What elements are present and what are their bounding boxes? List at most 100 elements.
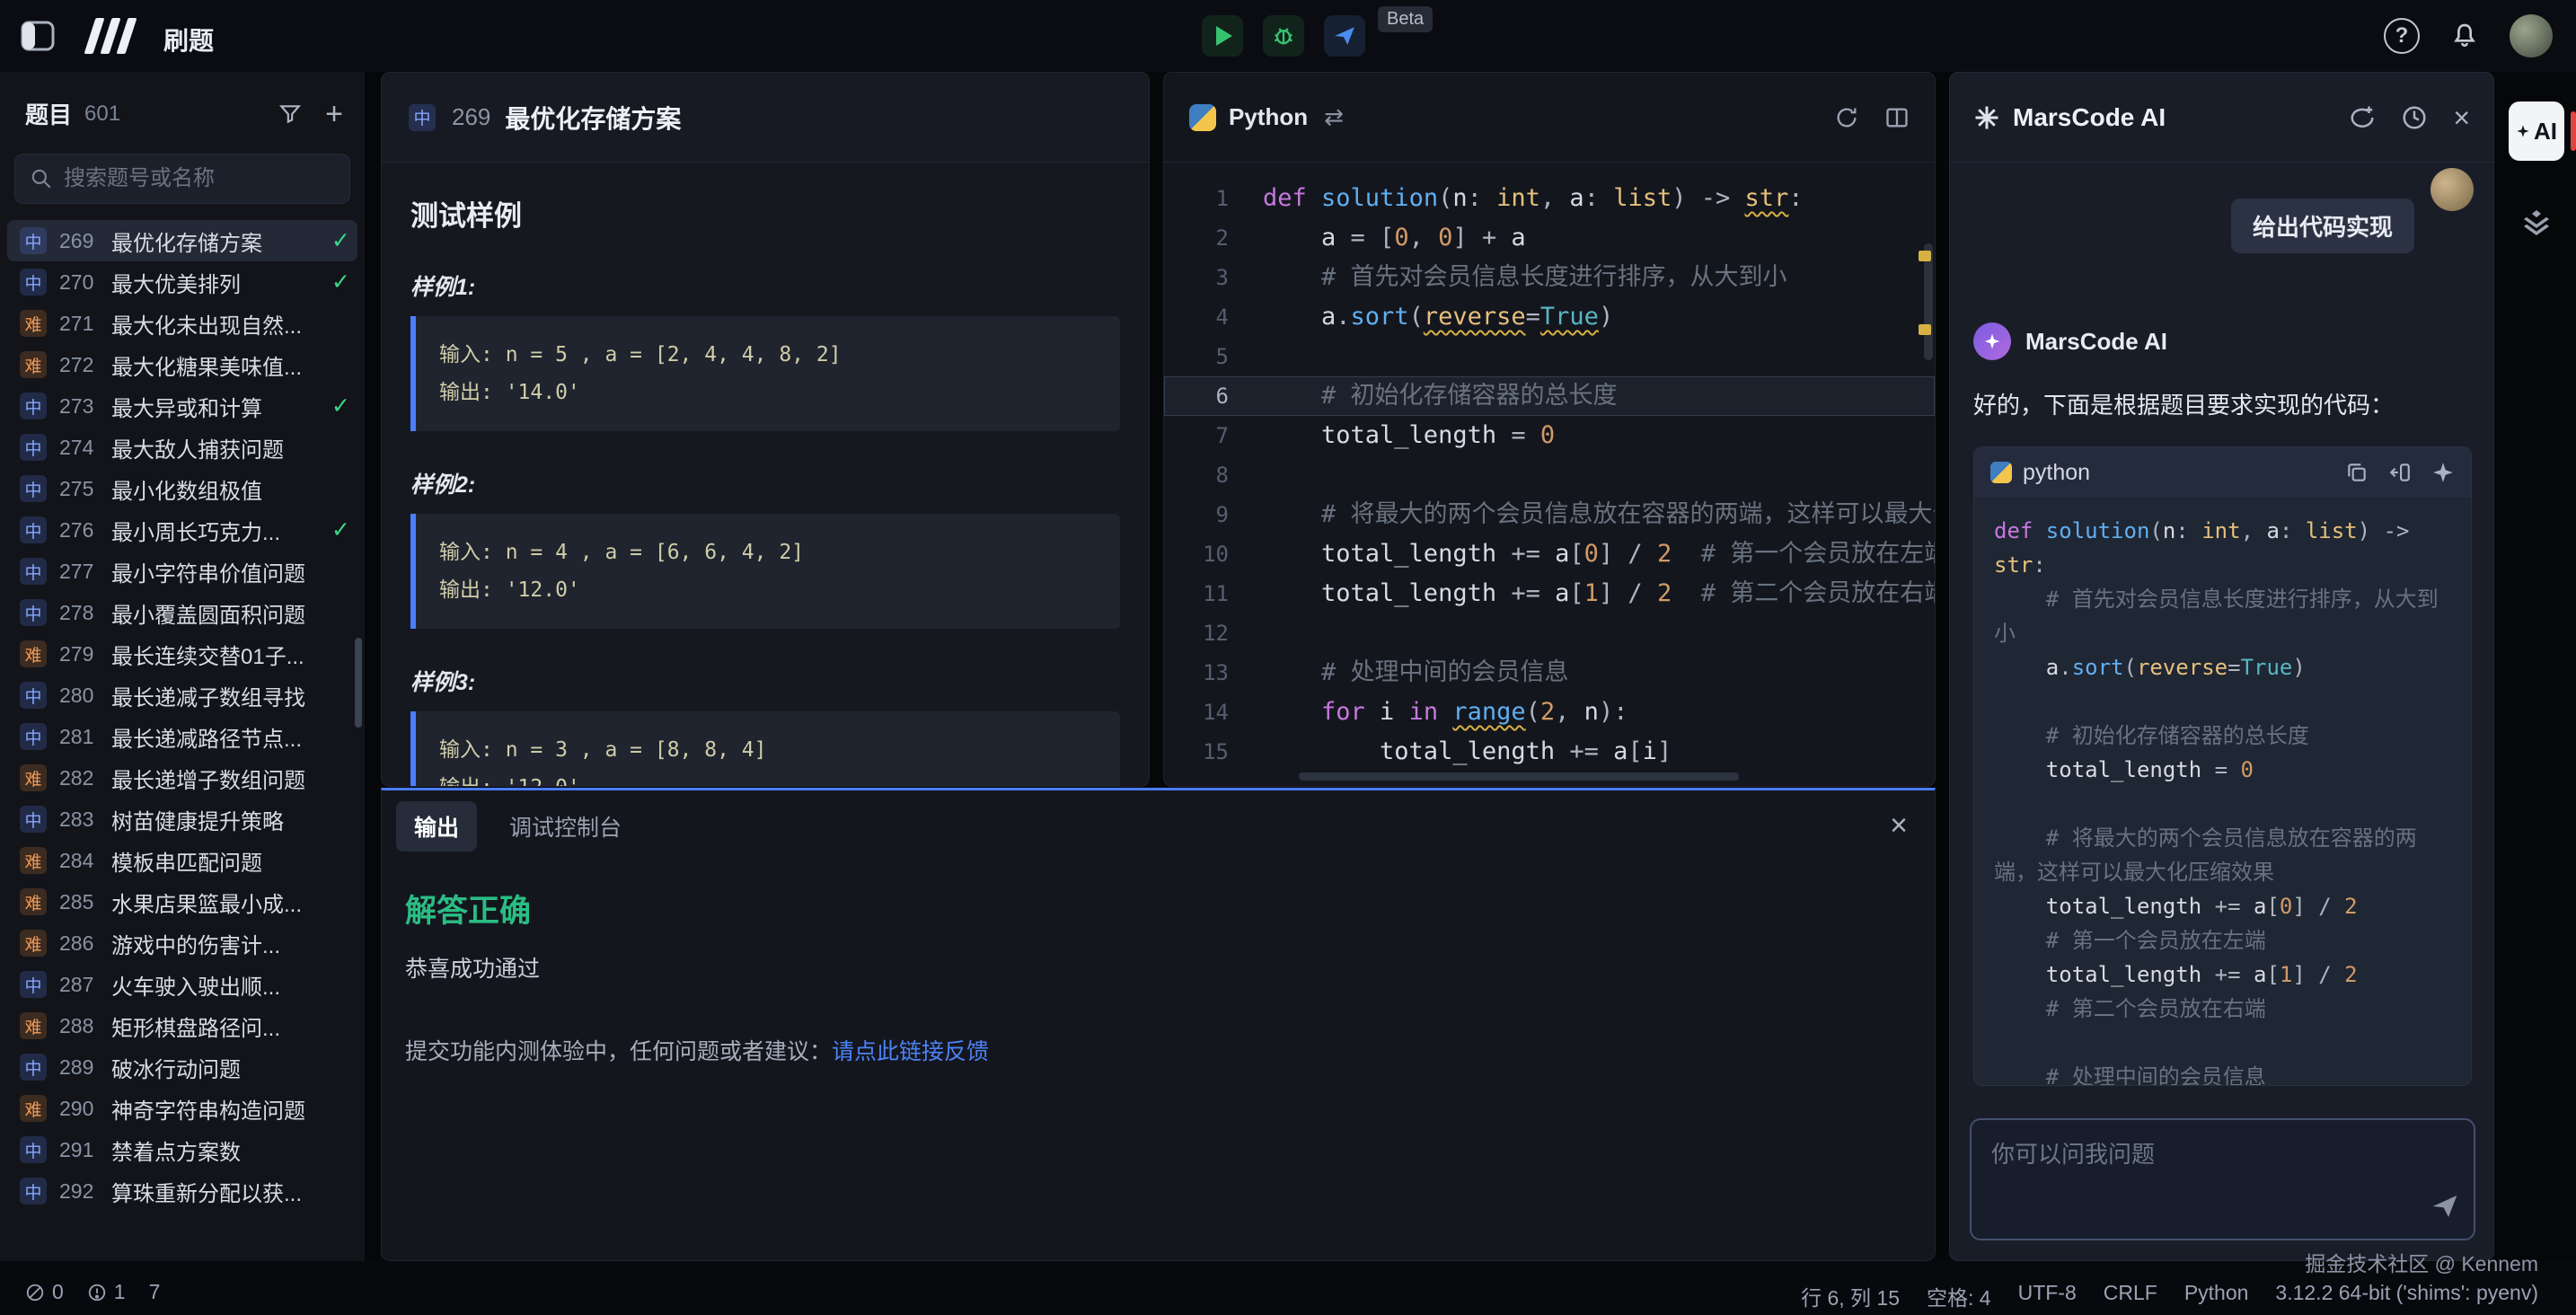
- ai-toolbar-button[interactable]: AI: [2509, 101, 2564, 161]
- difficulty-badge: 难: [20, 888, 47, 915]
- code-line[interactable]: 15 total_length += a[i]: [1164, 732, 1935, 772]
- code-line[interactable]: 8: [1164, 455, 1935, 495]
- code-line[interactable]: 4 a.sort(reverse=True): [1164, 297, 1935, 337]
- insert-code-icon[interactable]: [2388, 461, 2412, 484]
- code-line[interactable]: 13 # 处理中间的会员信息: [1164, 653, 1935, 693]
- problem-list-item[interactable]: 中269最优化存储方案✓: [7, 220, 357, 261]
- tab-output[interactable]: 输出: [396, 801, 477, 852]
- problem-list-item[interactable]: 中278最小覆盖圆面积问题: [0, 592, 365, 633]
- problem-list-item[interactable]: 中287火车驶入驶出顺...: [0, 964, 365, 1005]
- status-item[interactable]: 行 6, 列 15: [1801, 1281, 1900, 1311]
- errors-indicator[interactable]: 0: [25, 1280, 64, 1304]
- sidebar-toggle-button[interactable]: [18, 16, 57, 56]
- split-editor-icon[interactable]: [1884, 105, 1910, 130]
- code-token: 2: [1657, 540, 1672, 568]
- problem-list-item[interactable]: 中283树苗健康提升策略: [0, 799, 365, 840]
- problem-list-item[interactable]: 中270最大优美排列✓: [0, 261, 365, 303]
- problem-list-item[interactable]: 中276最小周长巧克力...✓: [0, 509, 365, 551]
- problem-list-item[interactable]: 难272最大化糖果美味值...: [0, 344, 365, 385]
- code-line[interactable]: 9 # 将最大的两个会员信息放在容器的两端，这样可以最大化: [1164, 495, 1935, 534]
- problem-number: 290: [59, 1097, 111, 1121]
- problem-list-item[interactable]: 中289破冰行动问题: [0, 1046, 365, 1088]
- notifications-icon[interactable]: [2450, 22, 2479, 50]
- code-token: n: [1584, 698, 1599, 726]
- problem-list-item[interactable]: 难279最长连续交替01子...: [0, 633, 365, 675]
- problem-title: 最大敌人捕获问题: [111, 432, 350, 463]
- status-item[interactable]: CRLF: [2104, 1281, 2157, 1311]
- code-token: ]: [1657, 737, 1672, 765]
- code-line[interactable]: 3 # 首先对会员信息长度进行排序，从大到小: [1164, 258, 1935, 297]
- close-ai-panel-icon[interactable]: ×: [2453, 103, 2470, 132]
- problem-title: 最优化存储方案: [111, 225, 324, 257]
- send-icon[interactable]: [2430, 1192, 2459, 1221]
- problem-list-item[interactable]: 难290神奇字符串构造问题: [0, 1088, 365, 1129]
- code-line[interactable]: 7 total_length = 0: [1164, 416, 1935, 455]
- problem-list-item[interactable]: 难288矩形棋盘路径问...: [0, 1005, 365, 1046]
- juejin-icon[interactable]: [2520, 207, 2553, 239]
- reset-code-icon[interactable]: [1834, 105, 1859, 130]
- code-line[interactable]: 11 total_length += a[1] / 2 # 第二个会员放在右端: [1164, 574, 1935, 613]
- ai-toolbar-label: AI: [2534, 118, 2557, 146]
- filter-icon[interactable]: [278, 102, 302, 126]
- code-token: .: [2059, 655, 2071, 680]
- code-token: +=: [1555, 737, 1613, 765]
- problem-list-item[interactable]: 中281最长递减路径节点...: [0, 716, 365, 757]
- problem-list-item[interactable]: 中275最小化数组极值: [0, 468, 365, 509]
- problem-list-item[interactable]: 难285水果店果篮最小成...: [0, 881, 365, 922]
- tab-debug-console[interactable]: 调试控制台: [509, 810, 622, 843]
- problem-title: 最大优美排列: [111, 267, 324, 298]
- code-line[interactable]: 2 a = [0, 0] + a: [1164, 218, 1935, 258]
- difficulty-badge: 中: [20, 475, 47, 502]
- copy-code-icon[interactable]: [2345, 461, 2369, 484]
- status-item[interactable]: 空格: 4: [1927, 1281, 1991, 1311]
- problem-body: 测试样例 样例1:输入: n = 5 , a = [2, 4, 4, 8, 2]…: [382, 193, 1149, 787]
- warning-marker: [1919, 324, 1931, 335]
- ai-panel: MarsCode AI × 给出代码实现 MarsCode AI 好的，下面是根…: [1949, 72, 2494, 1261]
- problem-title: 最小字符串价值问题: [111, 556, 350, 587]
- code-line[interactable]: 10 total_length += a[0] / 2 # 第一个会员放在左端: [1164, 534, 1935, 574]
- problem-list-item[interactable]: 中280最长递减子数组寻找: [0, 675, 365, 716]
- problem-list-item[interactable]: 难271最大化未出现自然...: [0, 303, 365, 344]
- statusbar-right: 掘金技术社区 @ Kennem 行 6, 列 15空格: 4UTF-8CRLFP…: [1801, 1247, 2538, 1311]
- add-problem-icon[interactable]: +: [325, 101, 343, 128]
- status-item[interactable]: Python: [2184, 1281, 2249, 1311]
- new-chat-icon[interactable]: [2349, 104, 2376, 131]
- problem-list-item[interactable]: 中291禁着点方案数: [0, 1129, 365, 1170]
- editor-tabbar: Python ⇄: [1164, 73, 1935, 163]
- status-item[interactable]: UTF-8: [2018, 1281, 2077, 1311]
- problem-list-item[interactable]: 难282最长递增子数组问题: [0, 757, 365, 799]
- problem-list-item[interactable]: 难284模板串匹配问题: [0, 840, 365, 881]
- code-line[interactable]: 12: [1164, 613, 1935, 653]
- status-item[interactable]: 3.12.2 64-bit ('shims': pyenv): [2275, 1281, 2538, 1311]
- debug-button[interactable]: [1263, 15, 1304, 57]
- search-input[interactable]: [64, 166, 342, 191]
- close-output-icon[interactable]: ×: [1890, 810, 1908, 841]
- ai-chat-input[interactable]: [1970, 1118, 2475, 1240]
- user-avatar[interactable]: [2510, 14, 2553, 57]
- problem-list-item[interactable]: 中273最大异或和计算✓: [0, 385, 365, 427]
- help-icon[interactable]: ?: [2384, 18, 2420, 54]
- problem-list-item[interactable]: 中274最大敌人捕获问题: [0, 427, 365, 468]
- run-button[interactable]: [1202, 15, 1243, 57]
- code-token: True: [2241, 655, 2293, 680]
- problem-list-item[interactable]: 中292算珠重新分配以获...: [0, 1170, 365, 1212]
- code-token: # 将最大的两个会员信息放在容器的两端，这样可以最大化: [1263, 500, 1935, 528]
- editor-horizontal-scrollbar[interactable]: [1299, 772, 1739, 781]
- code-line[interactable]: 14 for i in range(2, n):: [1164, 693, 1935, 732]
- active-panel-indicator: [2571, 111, 2576, 151]
- history-icon[interactable]: [2401, 104, 2428, 131]
- feedback-link[interactable]: 请点此链接反馈: [832, 1039, 989, 1064]
- code-line[interactable]: 6 # 初始化存储容器的总长度: [1164, 376, 1935, 416]
- problem-list-item[interactable]: 难286游戏中的伤害计...: [0, 922, 365, 964]
- problem-list-item[interactable]: 中277最小字符串价值问题: [0, 551, 365, 592]
- switch-language-icon[interactable]: ⇄: [1324, 103, 1344, 131]
- apply-code-icon[interactable]: [2431, 461, 2455, 484]
- code-line[interactable]: 1def solution(n: int, a: list) -> str:: [1164, 179, 1935, 218]
- submit-button[interactable]: [1324, 15, 1365, 57]
- ports-indicator[interactable]: 7: [149, 1280, 161, 1304]
- problem-number: 274: [59, 436, 111, 460]
- warnings-indicator[interactable]: 1: [87, 1280, 126, 1304]
- code-line[interactable]: 5: [1164, 337, 1935, 376]
- sidebar-scrollbar[interactable]: [355, 638, 362, 728]
- tab-python[interactable]: Python: [1229, 103, 1308, 131]
